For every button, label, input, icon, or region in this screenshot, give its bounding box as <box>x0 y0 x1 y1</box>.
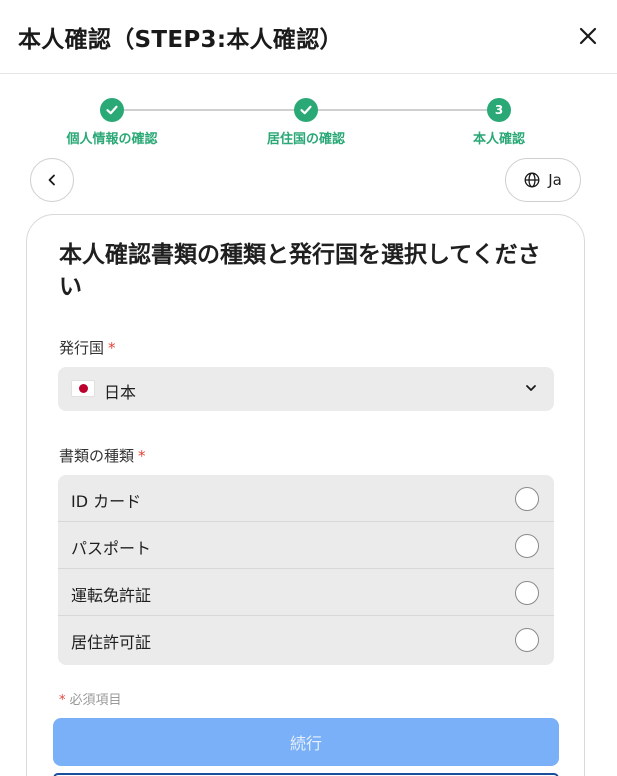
required-mark: * <box>59 693 66 708</box>
close-icon <box>579 27 597 45</box>
check-icon <box>300 105 312 115</box>
country-select[interactable]: 日本 <box>58 367 554 411</box>
option-drivers-license[interactable]: 運転免許証 <box>58 569 554 616</box>
step-complete-badge <box>100 98 124 122</box>
option-label: 運転免許証 <box>71 586 152 605</box>
chevron-down-icon <box>526 385 536 391</box>
document-type-label: 書類の種類 * <box>59 445 146 466</box>
step-complete-badge <box>294 98 318 122</box>
form-title: 本人確認書類の種類と発行国を選択してください <box>59 242 541 300</box>
radio-button[interactable] <box>515 628 539 652</box>
progress-stepper: 個人情報の確認 居住国の確認 3 本人確認 <box>0 96 617 150</box>
country-label: 発行国 * <box>59 337 116 358</box>
step-number-badge: 3 <box>487 98 511 122</box>
option-passport[interactable]: パスポート <box>58 522 554 569</box>
required-mark: * <box>108 339 116 357</box>
step-label: 居住国の確認 <box>266 132 345 147</box>
chevron-left-icon <box>48 174 55 186</box>
page-title: 本人確認（STEP3:本人確認） <box>18 27 343 53</box>
radio-button[interactable] <box>515 487 539 511</box>
step-residence: 居住国の確認 <box>226 98 386 147</box>
option-label: 居住許可証 <box>71 633 152 652</box>
country-value: 日本 <box>104 383 137 402</box>
japan-flag-icon <box>71 380 95 397</box>
option-id-card[interactable]: ID カード <box>58 475 554 522</box>
option-label: パスポート <box>71 539 152 558</box>
option-label: ID カード <box>71 492 142 511</box>
header: 本人確認（STEP3:本人確認） <box>0 0 617 74</box>
radio-button[interactable] <box>515 534 539 558</box>
globe-icon <box>524 172 540 188</box>
step-identity: 3 本人確認 <box>419 98 579 147</box>
check-icon <box>106 105 118 115</box>
document-type-options: ID カード パスポート 運転免許証 居住許可証 <box>58 475 554 665</box>
required-mark: * <box>138 447 146 465</box>
back-button[interactable] <box>30 158 74 202</box>
country-label-text: 発行国 <box>59 339 105 357</box>
option-residence-permit[interactable]: 居住許可証 <box>58 616 554 663</box>
required-note-text: 必須項目 <box>69 693 122 708</box>
step-label: 個人情報の確認 <box>66 132 158 147</box>
close-button[interactable] <box>574 22 602 50</box>
document-form-card: 本人確認書類の種類と発行国を選択してください 発行国 * 日本 書類の種類 * ID… <box>26 214 585 776</box>
document-type-label-text: 書類の種類 <box>59 447 135 465</box>
step-label: 本人確認 <box>472 132 525 147</box>
language-label: Ja <box>548 171 562 189</box>
language-selector[interactable]: Ja <box>505 158 581 202</box>
required-fields-note: * 必須項目 <box>59 689 122 708</box>
continue-label: 続行 <box>289 734 322 753</box>
radio-button[interactable] <box>515 581 539 605</box>
continue-button[interactable]: 続行 <box>53 718 559 766</box>
step-personal-info: 個人情報の確認 <box>32 98 192 147</box>
